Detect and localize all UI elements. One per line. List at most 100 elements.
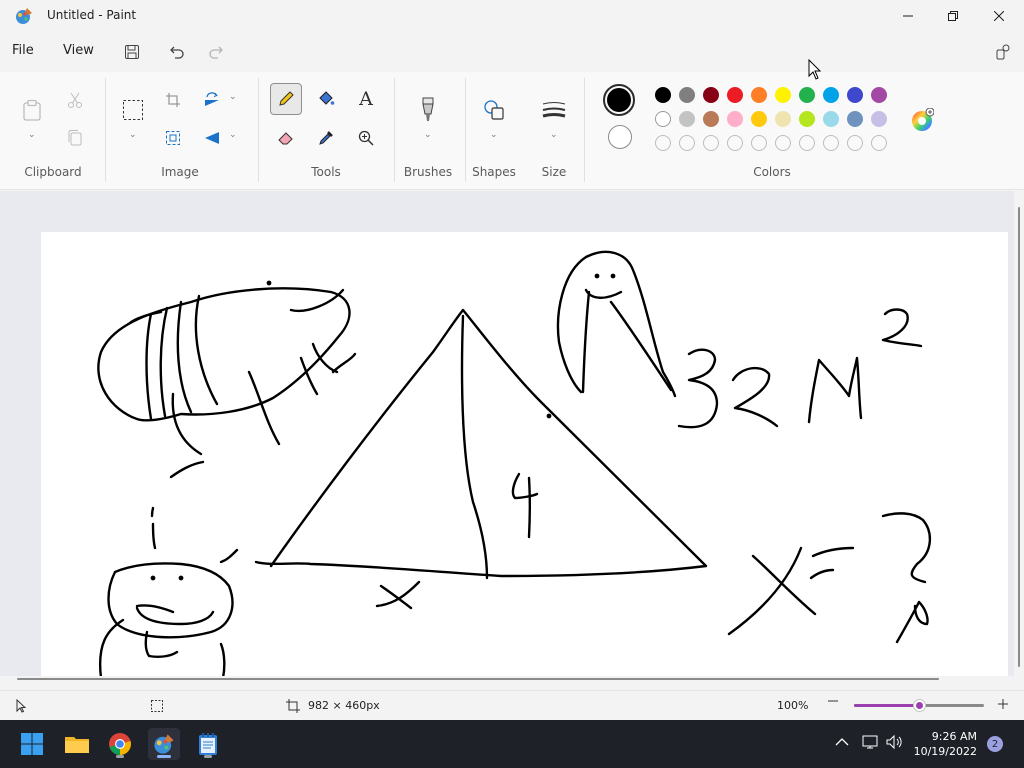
custom-color-slot[interactable] [847, 135, 863, 151]
color-swatch[interactable] [847, 87, 863, 103]
flip-button[interactable] [196, 122, 228, 154]
color-swatch[interactable] [799, 87, 815, 103]
paint-icon [154, 734, 174, 754]
crop-button[interactable] [157, 84, 189, 116]
size-button[interactable] [538, 94, 570, 126]
magnifier-button[interactable] [350, 122, 382, 154]
color-swatch[interactable] [727, 87, 743, 103]
ribbon-divider [465, 78, 466, 182]
brush-icon [422, 97, 434, 121]
color-swatch[interactable] [871, 111, 887, 127]
edit-colors-button[interactable] [910, 107, 935, 132]
volume-button[interactable] [886, 734, 904, 753]
redo-button[interactable] [203, 40, 229, 64]
copy-icon [68, 130, 82, 146]
color-swatch[interactable] [655, 111, 671, 127]
notification-badge[interactable]: 2 [987, 736, 1003, 752]
paste-button[interactable] [16, 94, 48, 126]
chrome-taskbar-button[interactable] [104, 728, 136, 760]
cut-button[interactable] [59, 84, 91, 116]
color-picker-button[interactable] [310, 122, 342, 154]
select-chevron-icon[interactable]: ⌄ [129, 130, 137, 140]
minus-icon [828, 700, 838, 702]
drawing-canvas[interactable] [41, 232, 1008, 678]
resize-button[interactable] [157, 122, 189, 154]
brushes-chevron-icon[interactable]: ⌄ [424, 130, 432, 140]
custom-color-slot[interactable] [727, 135, 743, 151]
zoom-in-button[interactable] [997, 698, 1009, 713]
close-button[interactable] [976, 0, 1022, 32]
custom-color-slot[interactable] [655, 135, 671, 151]
color-swatch[interactable] [823, 111, 839, 127]
paint-taskbar-button[interactable] [148, 728, 180, 760]
secondary-color-button[interactable] [608, 125, 632, 149]
color-swatch[interactable] [871, 87, 887, 103]
select-button[interactable] [117, 94, 149, 126]
rotate-chevron-icon[interactable]: ⌄ [229, 92, 237, 102]
primary-color-button[interactable] [603, 84, 635, 116]
zoom-slider-thumb[interactable] [913, 699, 926, 712]
show-hidden-icons-button[interactable] [835, 736, 849, 750]
start-button[interactable] [16, 728, 48, 760]
undo-button[interactable] [164, 40, 190, 64]
color-swatch[interactable] [799, 111, 815, 127]
active-indicator [157, 755, 171, 758]
fill-tool-button[interactable] [310, 83, 342, 115]
custom-color-slot[interactable] [751, 135, 767, 151]
network-button[interactable] [862, 734, 880, 753]
colors-group-label: Colors [753, 165, 791, 179]
color-swatch[interactable] [727, 111, 743, 127]
file-menu[interactable]: File [12, 43, 34, 58]
restore-button[interactable] [930, 0, 976, 32]
color-swatch[interactable] [679, 87, 695, 103]
custom-color-slot[interactable] [799, 135, 815, 151]
window-title: Untitled - Paint [47, 8, 137, 22]
custom-color-slot[interactable] [823, 135, 839, 151]
text-a-icon: A [359, 88, 373, 110]
color-swatch[interactable] [847, 111, 863, 127]
clock[interactable]: 9:26 AM 10/19/2022 [914, 729, 977, 759]
notepad-taskbar-button[interactable] [192, 728, 224, 760]
color-swatch[interactable] [679, 111, 695, 127]
size-chevron-icon[interactable]: ⌄ [550, 130, 558, 140]
file-explorer-taskbar-button[interactable] [61, 728, 93, 760]
color-swatch[interactable] [775, 111, 791, 127]
color-swatch[interactable] [703, 87, 719, 103]
horizontal-scroll-thumb[interactable] [17, 678, 939, 680]
zoom-readout[interactable]: 100% [777, 699, 808, 712]
color-swatch[interactable] [823, 87, 839, 103]
custom-color-slot[interactable] [679, 135, 695, 151]
horizontal-scrollbar[interactable] [0, 676, 1014, 690]
color-swatch[interactable] [703, 111, 719, 127]
shapes-button[interactable] [478, 94, 510, 126]
share-button[interactable] [990, 40, 1016, 64]
eraser-tool-button[interactable] [270, 122, 302, 154]
canvas-size-icon [286, 699, 300, 713]
flip-chevron-icon[interactable]: ⌄ [229, 130, 237, 140]
rotate-button[interactable] [196, 84, 228, 116]
zoom-slider[interactable] [854, 699, 984, 712]
minimize-button[interactable] [885, 0, 931, 32]
ribbon-divider [105, 78, 106, 182]
custom-color-slot[interactable] [775, 135, 791, 151]
save-button[interactable] [119, 40, 145, 64]
color-swatch[interactable] [775, 87, 791, 103]
canvas-workspace [0, 191, 1014, 678]
brushes-button[interactable] [412, 94, 444, 126]
zoom-out-button[interactable] [827, 695, 839, 711]
pencil-icon [279, 91, 294, 106]
shapes-chevron-icon[interactable]: ⌄ [490, 130, 498, 140]
custom-color-slot[interactable] [871, 135, 887, 151]
custom-color-slot[interactable] [703, 135, 719, 151]
status-bar: 982 × 460px 100% [0, 690, 1024, 720]
color-swatch[interactable] [751, 111, 767, 127]
text-tool-button[interactable]: A [350, 83, 382, 115]
pencil-tool-button[interactable] [270, 83, 302, 115]
vertical-scroll-thumb[interactable] [1018, 207, 1020, 667]
vertical-scrollbar[interactable] [1014, 191, 1024, 678]
copy-button[interactable] [59, 122, 91, 154]
color-swatch[interactable] [751, 87, 767, 103]
view-menu[interactable]: View [63, 43, 94, 58]
paste-chevron-icon[interactable]: ⌄ [28, 130, 36, 140]
color-swatch[interactable] [655, 87, 671, 103]
